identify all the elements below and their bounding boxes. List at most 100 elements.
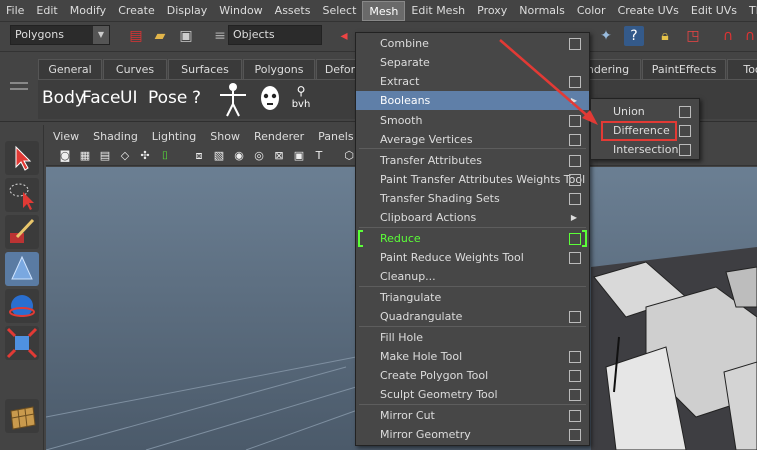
shelf-button-help[interactable]: ? (192, 88, 201, 108)
shelf-tab-polygons[interactable]: Polygons (243, 59, 315, 79)
menu-normals[interactable]: Normals (513, 1, 571, 21)
option-box-icon[interactable] (569, 252, 581, 264)
option-box-icon[interactable] (569, 410, 581, 422)
mesh-menu-item-mirror-cut[interactable]: Mirror Cut (356, 406, 589, 425)
select-highlight-icon[interactable]: ◳ (683, 26, 703, 46)
mesh-menu-item-create-polygon-tool[interactable]: Create Polygon Tool (356, 366, 589, 385)
cube-view-icon[interactable]: ⬡ (342, 149, 356, 163)
menu-create[interactable]: Create (112, 1, 161, 21)
scale-tool[interactable] (5, 326, 39, 360)
mesh-menu-item-cleanup[interactable]: Cleanup... (356, 267, 589, 286)
mesh-menu-item-make-hole-tool[interactable]: Make Hole Tool (356, 347, 589, 366)
menu-color[interactable]: Color (571, 1, 612, 21)
shelf-tab-toon[interactable]: Toon (727, 59, 757, 79)
menu-mesh[interactable]: Mesh (362, 0, 406, 21)
option-box-icon[interactable] (679, 144, 691, 156)
mesh-menu-item-clipboard-actions[interactable]: Clipboard Actions ▶ (356, 208, 589, 227)
menu-assets[interactable]: Assets (269, 1, 317, 21)
select-hierarchy-icon[interactable]: ◂ (334, 26, 354, 46)
mesh-menu-item-extract[interactable]: Extract (356, 72, 589, 91)
panel-menu-panels[interactable]: Panels (311, 128, 360, 146)
new-scene-icon[interactable]: ▤ (126, 26, 146, 46)
magnet-icon[interactable]: ∩ (718, 26, 738, 46)
mesh-menu-item-combine[interactable]: Combine (356, 34, 589, 53)
shelf-button-face[interactable]: Face (82, 88, 120, 108)
shelf-button-ui[interactable]: UI (120, 88, 137, 108)
option-box-icon[interactable] (569, 389, 581, 401)
option-box-icon[interactable] (679, 106, 691, 118)
panel-menu-renderer[interactable]: Renderer (247, 128, 311, 146)
mesh-menu-item-separate[interactable]: Separate (356, 53, 589, 72)
shelf-tab-curves[interactable]: Curves (103, 59, 167, 79)
option-box-icon[interactable] (569, 134, 581, 146)
camera-attributes-icon[interactable]: ▦ (78, 149, 92, 163)
lock-icon[interactable]: 🔒︎ (655, 26, 675, 46)
option-box-icon[interactable] (569, 115, 581, 127)
shelf-tab-painteffects[interactable]: PaintEffects (642, 59, 726, 79)
shelf-button-body[interactable]: Body (42, 88, 85, 108)
shelf-button-pose[interactable]: Pose (148, 88, 187, 108)
mesh-menu-item-paint-reduce-weights-tool[interactable]: Paint Reduce Weights Tool (356, 248, 589, 267)
text-icon[interactable]: T (312, 149, 326, 163)
wireframe-icon[interactable]: ⧈ (192, 149, 206, 163)
panel-menu-lighting[interactable]: Lighting (145, 128, 203, 146)
image-plane-icon[interactable]: ◇ (118, 149, 132, 163)
mesh-menu-item-mirror-geometry[interactable]: Mirror Geometry (356, 425, 589, 444)
menu-edit-uvs[interactable]: Edit UVs (685, 1, 743, 21)
menu-display[interactable]: Display (161, 1, 214, 21)
option-box-icon[interactable] (569, 38, 581, 50)
option-box-icon[interactable] (569, 351, 581, 363)
option-box-icon[interactable] (569, 174, 581, 186)
mesh-menu-item-sculpt-geometry-tool[interactable]: Sculpt Geometry Tool (356, 385, 589, 404)
menu-edit[interactable]: Edit (30, 1, 63, 21)
mask-icon[interactable] (258, 84, 282, 116)
menu-modify[interactable]: Modify (64, 1, 112, 21)
shelf-menu-icon[interactable] (10, 82, 28, 112)
skeleton-icon[interactable] (218, 82, 248, 118)
menu-the-set[interactable]: The Set (743, 1, 757, 21)
move-tool[interactable] (5, 252, 39, 286)
option-box-icon[interactable] (569, 233, 581, 245)
option-box-icon[interactable] (569, 311, 581, 323)
snap-icon[interactable]: ✦ (596, 26, 616, 46)
bvh-button[interactable]: ⚲ bvh (288, 84, 314, 116)
mesh-menu-item-fill-hole[interactable]: Fill Hole (356, 328, 589, 347)
booleans-item-union[interactable]: Union (591, 102, 699, 121)
booleans-item-intersection[interactable]: Intersection (591, 140, 699, 159)
rotate-tool[interactable] (5, 289, 39, 323)
textured-icon[interactable]: ◎ (252, 149, 266, 163)
mesh-menu-item-average-vertices[interactable]: Average Vertices (356, 130, 589, 149)
menu-edit-mesh[interactable]: Edit Mesh (405, 1, 471, 21)
mesh-menu-item-booleans[interactable]: Booleans ▶ (356, 91, 589, 110)
option-box-icon[interactable] (679, 125, 691, 137)
bookmark-icon[interactable]: ▤ (98, 149, 112, 163)
mesh-menu-item-triangulate[interactable]: Triangulate (356, 288, 589, 307)
menu-proxy[interactable]: Proxy (471, 1, 513, 21)
menu-file[interactable]: File (0, 1, 30, 21)
panel-menu-shading[interactable]: Shading (86, 128, 145, 146)
option-box-icon[interactable] (569, 155, 581, 167)
mesh-menu-item-reduce[interactable]: Reduce (356, 229, 589, 248)
select-tool[interactable] (5, 141, 39, 175)
option-box-icon[interactable] (569, 370, 581, 382)
smooth-shade-icon[interactable]: ▧ (212, 149, 226, 163)
soft-mod-tool[interactable] (5, 399, 39, 433)
open-scene-icon[interactable]: ▰ (150, 26, 170, 46)
mode-dropdown[interactable]: Polygons ▼ (10, 25, 110, 45)
option-box-icon[interactable] (569, 429, 581, 441)
film-gate-icon[interactable]: ⌷ (158, 149, 172, 163)
filter-icon[interactable]: ≡ (210, 26, 230, 46)
mesh-menu-item-transfer-shading-sets[interactable]: Transfer Shading Sets (356, 189, 589, 208)
mesh-menu-item-smooth[interactable]: Smooth (356, 111, 589, 130)
mesh-menu-item-paint-transfer-attributes-weights-tool[interactable]: Paint Transfer Attributes Weights Tool (356, 170, 589, 189)
camera-icon[interactable]: ◙ (58, 149, 72, 163)
option-box-icon[interactable] (569, 193, 581, 205)
help-icon[interactable]: ? (624, 26, 644, 46)
shelf-tab-general[interactable]: General (38, 59, 102, 79)
isolate-icon[interactable]: ▣ (292, 149, 306, 163)
menu-window[interactable]: Window (213, 1, 268, 21)
magnet-curve-icon[interactable]: ∩ (740, 26, 757, 46)
panel-menu-view[interactable]: View (46, 128, 86, 146)
lasso-tool[interactable] (5, 178, 39, 212)
paint-select-tool[interactable] (5, 215, 39, 249)
